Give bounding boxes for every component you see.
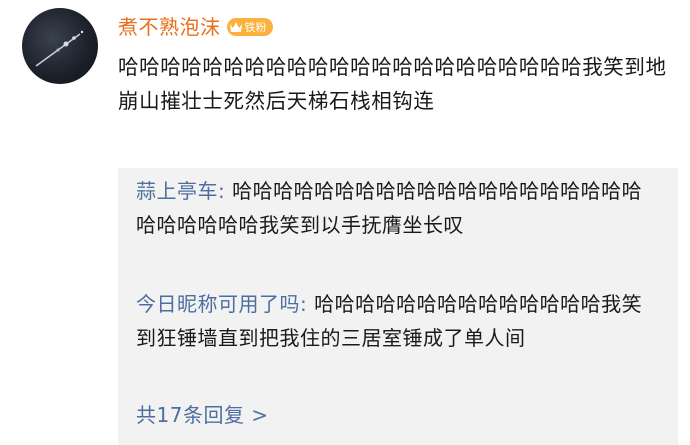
crown-icon [229,22,242,32]
fan-badge-label: 铁粉 [244,21,267,34]
username-link[interactable]: 煮不熟泡沫 [118,14,221,40]
more-replies-link[interactable]: 共17条回复 > [136,398,269,432]
reply-separator: : [300,292,315,316]
comment-text: 哈哈哈哈哈哈哈哈哈哈哈哈哈哈哈哈哈哈哈哈哈哈我笑到地崩山摧壮士死然后天梯石栈相钩… [118,55,667,113]
reply-author-link[interactable]: 蒜上亭车 [136,179,218,203]
avatar-icon [35,30,84,67]
avatar[interactable] [22,8,98,84]
reply-item: 蒜上亭车: 哈哈哈哈哈哈哈哈哈哈哈哈哈哈哈哈哈哈哈哈哈哈哈哈哈哈我笑到以手抚膺坐… [136,174,648,242]
replies-box: 蒜上亭车: 哈哈哈哈哈哈哈哈哈哈哈哈哈哈哈哈哈哈哈哈哈哈哈哈哈哈我笑到以手抚膺坐… [118,168,678,445]
reply-author-link[interactable]: 今日昵称可用了吗 [136,292,300,316]
fan-badge[interactable]: 铁粉 [226,18,273,36]
reply-item: 今日昵称可用了吗: 哈哈哈哈哈哈哈哈哈哈哈哈哈哈我笑到狂锤墙直到把我住的三居室锤… [136,287,648,355]
comment-header: 煮不熟泡沫 铁粉 [118,14,273,40]
reply-separator: : [218,179,233,203]
